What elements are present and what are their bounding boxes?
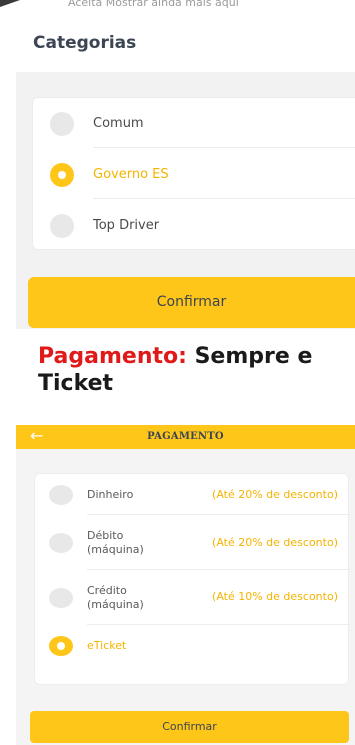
payment-option-eticket[interactable]: eTicket — [35, 625, 350, 670]
caption-line2: Ticket — [38, 371, 114, 396]
caption-line1: Sempre e — [186, 344, 313, 369]
category-label: Top Driver — [93, 218, 160, 233]
discount-text: (Até 20% de desconto) — [212, 536, 338, 549]
categories-card: Comum Governo ES Top Driver — [32, 97, 355, 250]
payment-option-dinheiro[interactable]: Dinheiro (Até 20% de desconto) — [35, 474, 350, 515]
category-option-governo-es[interactable]: Governo ES — [33, 149, 355, 199]
category-option-comum[interactable]: Comum — [33, 98, 355, 148]
payment-option-debito[interactable]: Débito (máquina) (Até 20% de desconto) — [35, 515, 350, 570]
payment-confirm-button[interactable]: Confirmar — [30, 711, 349, 743]
payment-label: eTicket — [87, 639, 127, 652]
radio-unselected-icon[interactable] — [49, 588, 73, 608]
cropped-text: Aceita Mostrar ainda mais aqui — [68, 0, 239, 9]
category-label: Comum — [93, 116, 144, 131]
caption: Pagamento: Sempre e Ticket — [38, 343, 355, 397]
categories-heading: Categorias — [33, 33, 137, 53]
payment-label: Dinheiro — [87, 488, 134, 501]
category-option-top-driver[interactable]: Top Driver — [33, 200, 355, 250]
discount-text: (Até 10% de desconto) — [212, 590, 338, 603]
divider — [93, 198, 355, 199]
radio-unselected-icon[interactable] — [49, 485, 73, 505]
payment-header: ← PAGAMENTO — [16, 425, 355, 449]
payment-option-credito[interactable]: Crédito (máquina) (Até 10% de desconto) — [35, 570, 350, 625]
radio-selected-icon[interactable] — [50, 163, 74, 187]
payment-title: PAGAMENTO — [147, 431, 224, 442]
radio-unselected-icon[interactable] — [50, 112, 74, 136]
radio-unselected-icon[interactable] — [50, 214, 74, 238]
radio-selected-icon[interactable] — [49, 636, 73, 656]
categories-screen: Categorias Comum Governo ES Top Driver C… — [0, 11, 355, 329]
categories-confirm-button[interactable]: Confirmar — [28, 277, 355, 328]
discount-text: (Até 20% de desconto) — [212, 488, 338, 501]
payment-label: Crédito (máquina) — [87, 584, 144, 611]
caption-accent: Pagamento: — [38, 344, 187, 369]
payment-label: Débito (máquina) — [87, 529, 144, 556]
divider — [93, 147, 355, 148]
radio-unselected-icon[interactable] — [49, 533, 73, 553]
payment-screen: ← PAGAMENTO Dinheiro (Até 20% de descont… — [16, 425, 355, 745]
cropped-top-strip: Aceita Mostrar ainda mais aqui — [0, 0, 355, 11]
payment-card: Dinheiro (Até 20% de desconto) Débito (m… — [34, 473, 350, 685]
category-label: Governo ES — [93, 167, 169, 182]
corner-shape — [0, 0, 20, 7]
